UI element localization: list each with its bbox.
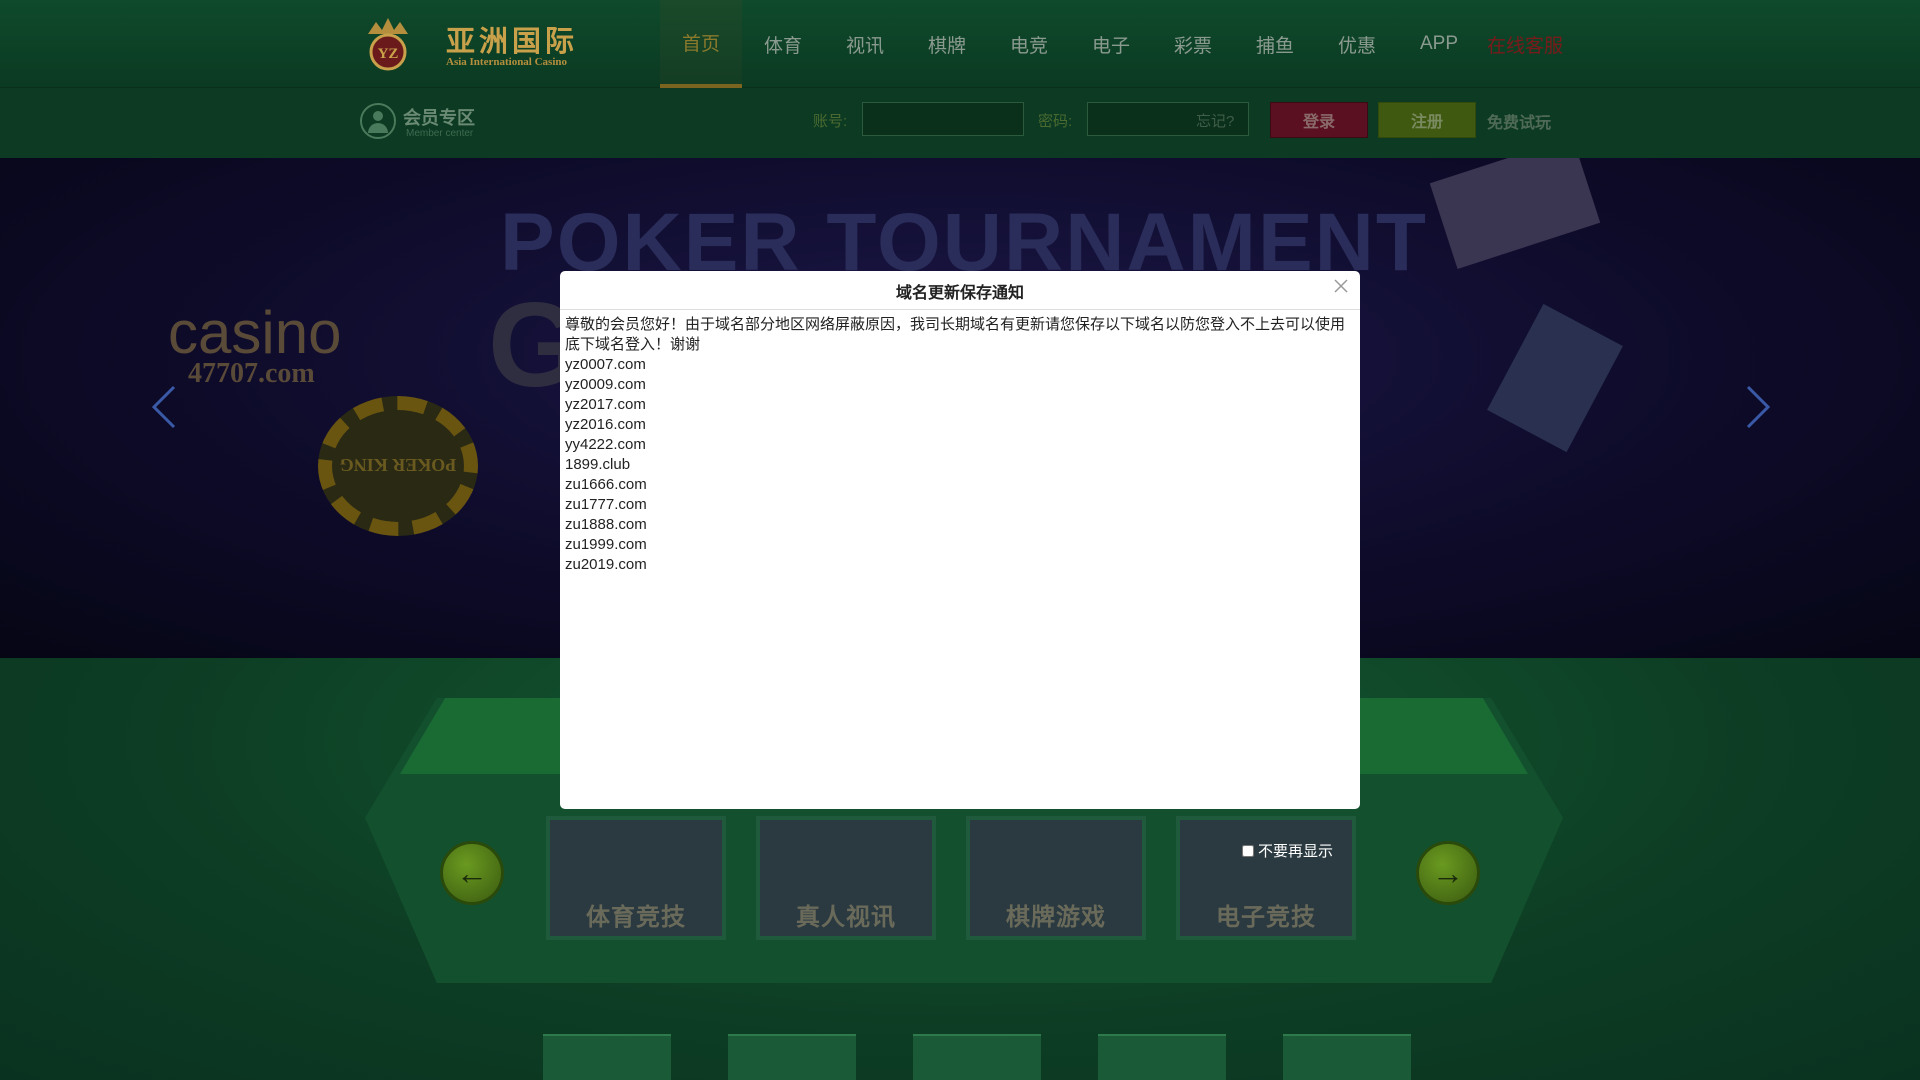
site-logo[interactable]: YZ 亚洲国际 Asia International Casino: [362, 16, 584, 72]
playing-card-graphic: [1429, 158, 1601, 269]
member-avatar-icon: [360, 103, 396, 139]
domain-item: zu1777.com: [565, 496, 647, 513]
member-login-bar: 会员专区 Member center 账号: 密码: 忘记? 登录 注册 免费试…: [0, 88, 1920, 158]
poker-chip-graphic: POKER KING: [318, 396, 478, 536]
category-tile-label: 真人视讯: [796, 904, 896, 931]
close-icon[interactable]: [1330, 275, 1352, 297]
category-tile-label: 体育竞技: [586, 904, 686, 931]
nav-item-promotions[interactable]: 优惠: [1316, 0, 1398, 88]
logo-name-en: Asia International Casino: [446, 56, 568, 68]
nav-item-slots[interactable]: 电子: [1070, 0, 1152, 88]
account-label: 账号:: [813, 113, 848, 130]
provider-logo[interactable]: [913, 1034, 1041, 1080]
login-button[interactable]: 登录: [1270, 102, 1368, 138]
crown-emblem-icon: YZ: [368, 18, 408, 71]
domain-item: yz2016.com: [565, 416, 646, 433]
main-nav: 首页 体育 视讯 棋牌 电竞 电子 彩票 捕鱼 优惠 APP 在线客服: [660, 0, 1570, 88]
nav-item-home[interactable]: 首页: [660, 0, 742, 88]
nav-item-app[interactable]: APP: [1398, 0, 1480, 88]
free-trial-link[interactable]: 免费试玩: [1487, 109, 1551, 133]
banner-prev-arrow-icon[interactable]: [150, 384, 178, 430]
category-tile-label: 棋牌游戏: [1006, 904, 1106, 931]
nav-item-live-video[interactable]: 视讯: [824, 0, 906, 88]
nav-item-customer-service[interactable]: 在线客服: [1480, 0, 1570, 88]
category-tile-esports[interactable]: 电子竞技: [1176, 816, 1356, 940]
provider-logo[interactable]: [1283, 1034, 1411, 1080]
nav-item-fishing[interactable]: 捕鱼: [1234, 0, 1316, 88]
password-label: 密码:: [1038, 113, 1073, 130]
category-prev-button[interactable]: ←: [440, 841, 504, 905]
domain-item: zu1666.com: [565, 476, 647, 493]
provider-logo[interactable]: [543, 1034, 671, 1080]
domain-item: yy4222.com: [565, 436, 646, 453]
domain-item: yz2017.com: [565, 396, 646, 413]
domain-item: zu1999.com: [565, 536, 647, 553]
dont-show-again-label: 不要再显示: [1258, 843, 1334, 860]
nav-item-sports[interactable]: 体育: [742, 0, 824, 88]
banner-casino-domain: 47707.com: [188, 358, 315, 389]
domain-item: yz0009.com: [565, 376, 646, 393]
domain-item: zu1888.com: [565, 516, 647, 533]
svg-text:YZ: YZ: [378, 46, 399, 62]
category-tile-sports[interactable]: 体育竞技: [546, 816, 726, 940]
dont-show-again-checkbox[interactable]: [1242, 844, 1254, 857]
dont-show-again-option[interactable]: 不要再显示: [1242, 840, 1333, 861]
category-next-button[interactable]: →: [1416, 841, 1480, 905]
domain-item: yz0007.com: [565, 356, 646, 373]
nav-item-card-games[interactable]: 棋牌: [906, 0, 988, 88]
top-navigation-bar: YZ 亚洲国际 Asia International Casino 首页 体育 …: [0, 0, 1920, 88]
dialog-divider: [560, 309, 1360, 310]
dialog-title: 域名更新保存通知: [895, 285, 1024, 302]
playing-card-graphic: [1487, 303, 1623, 453]
arrow-right-icon: →: [1432, 854, 1464, 891]
arrow-left-icon: ←: [456, 854, 488, 891]
banner-next-arrow-icon[interactable]: [1744, 384, 1772, 430]
nav-item-lottery[interactable]: 彩票: [1152, 0, 1234, 88]
category-tile-label: 电子竞技: [1216, 904, 1316, 931]
domain-item: zu2019.com: [565, 556, 647, 573]
dialog-message: 尊敬的会员您好！由于域名部分地区网络屏蔽原因，我司长期域名有更新请您保存以下域名…: [565, 316, 1346, 353]
logo-name-cn: 亚洲国际: [446, 24, 579, 58]
register-button[interactable]: 注册: [1378, 102, 1476, 138]
member-zone-title: 会员专区: [403, 108, 475, 128]
domain-item: 1899.club: [565, 456, 631, 473]
provider-logo[interactable]: [728, 1034, 856, 1080]
forgot-password-link[interactable]: 忘记?: [1196, 110, 1234, 131]
dialog-body: 尊敬的会员您好！由于域名部分地区网络屏蔽原因，我司长期域名有更新请您保存以下域名…: [565, 315, 1353, 575]
category-tile-card-games[interactable]: 棋牌游戏: [966, 816, 1146, 940]
member-zone-subtitle: Member center: [406, 128, 474, 139]
account-input[interactable]: [862, 102, 1024, 136]
category-tile-live-casino[interactable]: 真人视讯: [756, 816, 936, 940]
nav-item-esports[interactable]: 电竞: [988, 0, 1070, 88]
chip-label: POKER KING: [339, 455, 457, 475]
provider-logo[interactable]: [1098, 1034, 1226, 1080]
domain-notice-dialog: 域名更新保存通知 尊敬的会员您好！由于域名部分地区网络屏蔽原因，我司长期域名有更…: [560, 271, 1360, 809]
banner-casino-word: casino: [168, 299, 342, 366]
